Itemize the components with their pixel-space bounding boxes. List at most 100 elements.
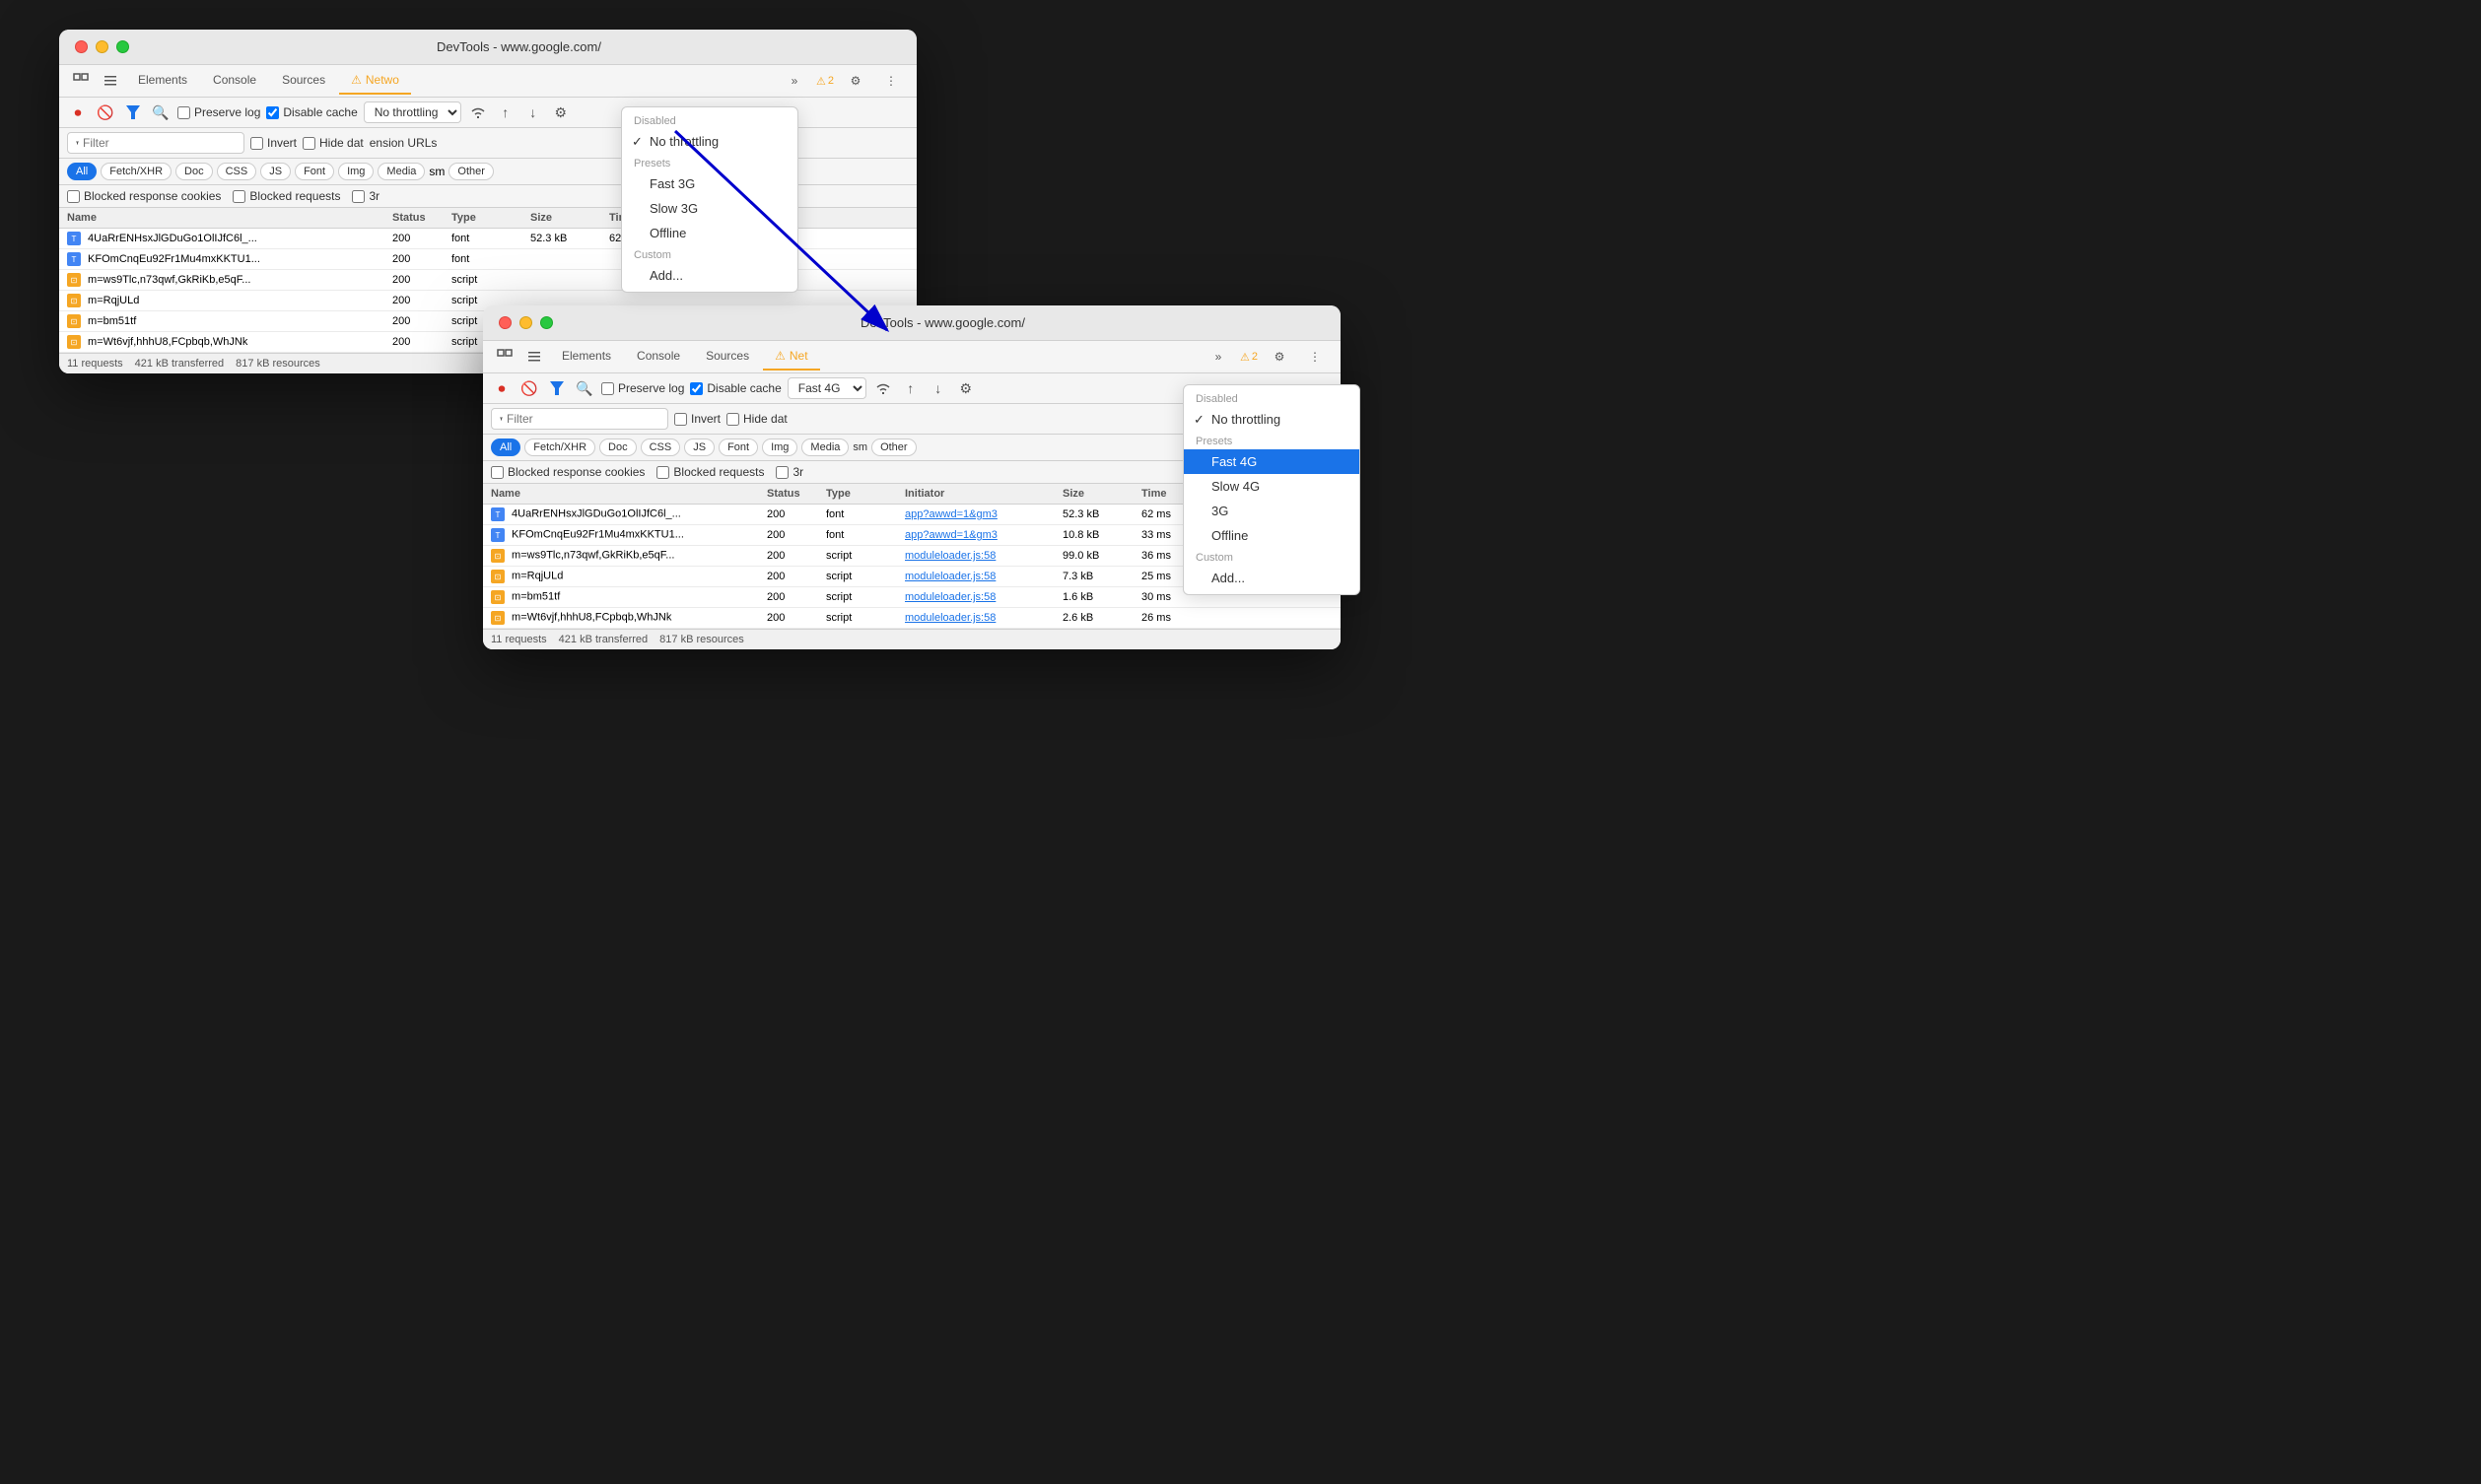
blocked-cookies-checkbox-2[interactable]: Blocked response cookies: [491, 465, 645, 479]
download-icon[interactable]: ↓: [522, 101, 544, 123]
menu-item-offline1[interactable]: Offline: [622, 221, 797, 245]
tag-font-2[interactable]: Font: [719, 438, 758, 456]
tag-other-1[interactable]: Other: [448, 163, 494, 180]
clear-btn[interactable]: 🚫: [95, 101, 116, 123]
invert-input-2[interactable]: [674, 413, 687, 426]
layers-icon-2[interactable]: [520, 341, 548, 372]
close-button-2[interactable]: [499, 316, 512, 329]
tag-img-1[interactable]: Img: [338, 163, 374, 180]
third-party-checkbox-2[interactable]: 3r: [776, 465, 803, 479]
third-party-checkbox[interactable]: 3r: [352, 189, 379, 203]
wifi-icon-2[interactable]: [872, 377, 894, 399]
blocked-requests-input-2[interactable]: [656, 466, 669, 479]
wifi-icon[interactable]: [467, 101, 489, 123]
filter-btn[interactable]: [122, 101, 144, 123]
close-button[interactable]: [75, 40, 88, 53]
tag-media-2[interactable]: Media: [801, 438, 849, 456]
cursor-icon-2[interactable]: [491, 341, 518, 372]
filter-btn-2[interactable]: [546, 377, 568, 399]
minimize-button[interactable]: [96, 40, 108, 53]
menu-item-no-throttling-1[interactable]: No throttling: [622, 129, 797, 154]
more-icon[interactable]: ⋮: [877, 65, 905, 97]
preserve-log-checkbox-2[interactable]: Preserve log: [601, 381, 684, 395]
preserve-log-checkbox[interactable]: Preserve log: [177, 105, 260, 119]
hide-data-input-1[interactable]: [303, 137, 315, 150]
network-settings-icon-2[interactable]: ⚙: [955, 377, 977, 399]
upload-icon[interactable]: ↑: [495, 101, 517, 123]
maximize-button-2[interactable]: [540, 316, 553, 329]
tag-js-2[interactable]: JS: [684, 438, 715, 456]
row-initiator[interactable]: app?awwd=1&gm3: [905, 508, 1063, 520]
tag-all-1[interactable]: All: [67, 163, 97, 180]
row-initiator[interactable]: moduleloader.js:58: [905, 591, 1063, 603]
menu-item-fast3g[interactable]: Fast 3G: [622, 171, 797, 196]
tab-console-2[interactable]: Console: [625, 343, 692, 371]
tag-all-2[interactable]: All: [491, 438, 520, 456]
download-icon-2[interactable]: ↓: [928, 377, 949, 399]
menu-item-add-1[interactable]: Add...: [622, 263, 797, 288]
menu-item-fast4g[interactable]: Fast 4G: [1184, 449, 1359, 474]
tab-console[interactable]: Console: [201, 67, 268, 95]
more-tabs-icon-2[interactable]: »: [1205, 341, 1232, 372]
tab-network-2[interactable]: ⚠Net: [763, 343, 819, 371]
more-icon-2[interactable]: ⋮: [1301, 341, 1329, 372]
more-tabs-icon[interactable]: »: [781, 65, 808, 97]
disable-cache-input[interactable]: [266, 106, 279, 119]
table-row[interactable]: ⊡ m=Wt6vjf,hhhU8,FCpbqb,WhJNk 200 script…: [483, 608, 1341, 629]
disable-cache-checkbox-2[interactable]: Disable cache: [690, 381, 781, 395]
tag-other-2[interactable]: Other: [871, 438, 917, 456]
tag-fetch-xhr-2[interactable]: Fetch/XHR: [524, 438, 595, 456]
cursor-icon[interactable]: [67, 65, 95, 97]
third-party-input[interactable]: [352, 190, 365, 203]
settings-icon[interactable]: ⚙: [842, 65, 869, 97]
clear-btn-2[interactable]: 🚫: [518, 377, 540, 399]
tag-media-1[interactable]: Media: [378, 163, 425, 180]
row-initiator[interactable]: moduleloader.js:58: [905, 612, 1063, 624]
third-party-input-2[interactable]: [776, 466, 789, 479]
minimize-button-2[interactable]: [519, 316, 532, 329]
tab-sources-2[interactable]: Sources: [694, 343, 761, 371]
hide-data-checkbox-2[interactable]: Hide dat: [726, 412, 788, 426]
tab-elements[interactable]: Elements: [126, 67, 199, 95]
throttle-select-2[interactable]: Fast 4G: [788, 377, 866, 399]
blocked-requests-checkbox-2[interactable]: Blocked requests: [656, 465, 764, 479]
preserve-log-input[interactable]: [177, 106, 190, 119]
filter-text-input-1[interactable]: [83, 136, 236, 150]
blocked-cookies-input[interactable]: [67, 190, 80, 203]
settings-icon-2[interactable]: ⚙: [1266, 341, 1293, 372]
blocked-requests-checkbox[interactable]: Blocked requests: [233, 189, 340, 203]
invert-checkbox-1[interactable]: Invert: [250, 136, 297, 150]
throttle-select-1[interactable]: No throttling: [364, 101, 461, 123]
menu-item-add-2[interactable]: Add...: [1184, 566, 1359, 590]
tag-js-1[interactable]: JS: [260, 163, 291, 180]
tab-sources[interactable]: Sources: [270, 67, 337, 95]
menu-item-slow4g[interactable]: Slow 4G: [1184, 474, 1359, 499]
search-btn[interactable]: 🔍: [150, 101, 172, 123]
blocked-cookies-checkbox[interactable]: Blocked response cookies: [67, 189, 221, 203]
upload-icon-2[interactable]: ↑: [900, 377, 922, 399]
row-initiator[interactable]: app?awwd=1&gm3: [905, 529, 1063, 541]
disable-cache-checkbox[interactable]: Disable cache: [266, 105, 357, 119]
blocked-requests-input[interactable]: [233, 190, 245, 203]
blocked-cookies-input-2[interactable]: [491, 466, 504, 479]
menu-item-offline2[interactable]: Offline: [1184, 523, 1359, 548]
hide-data-checkbox-1[interactable]: Hide dat: [303, 136, 364, 150]
tag-fetch-xhr-1[interactable]: Fetch/XHR: [101, 163, 172, 180]
menu-item-no-throttling-2[interactable]: No throttling: [1184, 407, 1359, 432]
row-initiator[interactable]: moduleloader.js:58: [905, 571, 1063, 582]
tag-css-1[interactable]: CSS: [217, 163, 257, 180]
maximize-button[interactable]: [116, 40, 129, 53]
tag-img-2[interactable]: Img: [762, 438, 797, 456]
row-initiator[interactable]: moduleloader.js:58: [905, 550, 1063, 562]
menu-item-3g[interactable]: 3G: [1184, 499, 1359, 523]
tab-network[interactable]: ⚠Netwo: [339, 67, 411, 95]
filter-text-input-2[interactable]: [507, 412, 659, 426]
tag-font-1[interactable]: Font: [295, 163, 334, 180]
stop-recording-btn-2[interactable]: ⏺: [491, 377, 513, 399]
stop-recording-btn[interactable]: ⏺: [67, 101, 89, 123]
network-settings-icon[interactable]: ⚙: [550, 101, 572, 123]
tab-elements-2[interactable]: Elements: [550, 343, 623, 371]
invert-input-1[interactable]: [250, 137, 263, 150]
menu-item-slow3g[interactable]: Slow 3G: [622, 196, 797, 221]
tag-css-2[interactable]: CSS: [641, 438, 681, 456]
